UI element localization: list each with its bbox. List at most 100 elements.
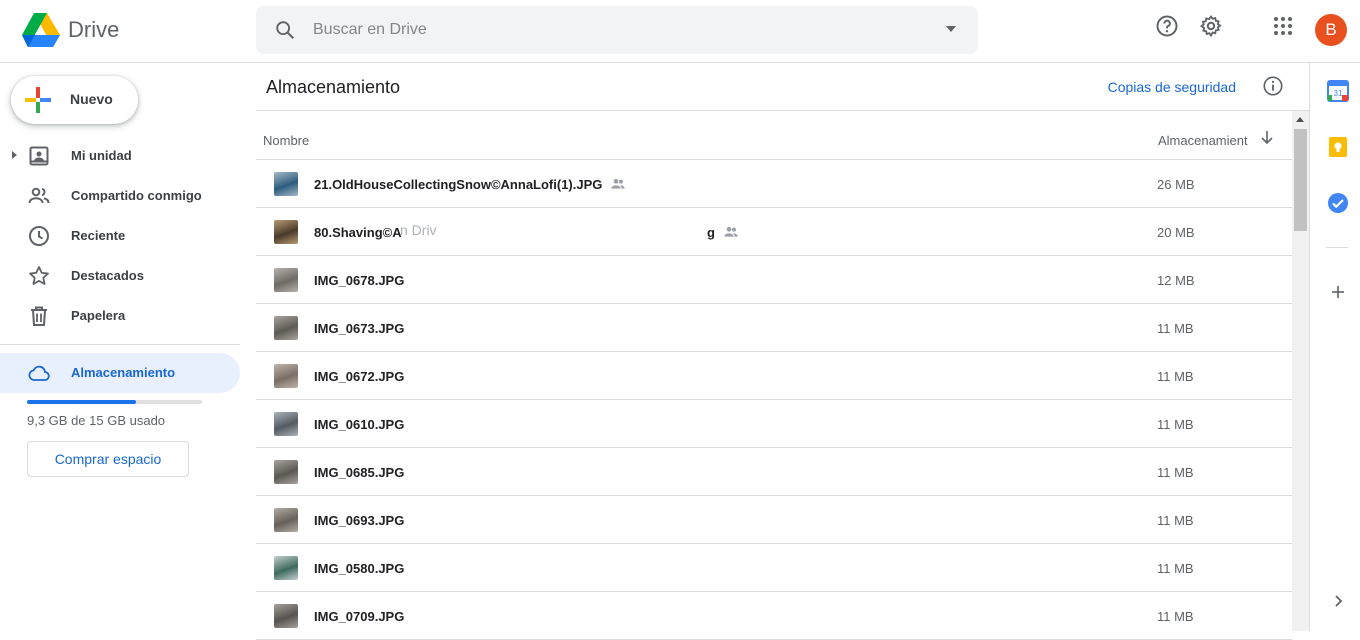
sidebar-item-label: Mi unidad [71,148,132,163]
storage-quota-fill [27,400,136,404]
file-size: 11 MB [1157,369,1194,384]
file-row[interactable]: IMG_0610.JPG 11 MB [256,400,1292,448]
file-name: IMG_0693.JPG [314,513,405,528]
search-input[interactable] [313,18,913,42]
file-name: IMG_0672.JPG [314,369,405,384]
rail-divider [1326,247,1348,248]
top-bar: Drive B [0,0,1360,63]
new-button[interactable]: Nuevo [11,76,138,124]
page-title: Almacenamiento [266,77,401,97]
sort-descending-icon[interactable] [1259,129,1275,145]
file-name: IMG_0685.JPG [314,465,405,480]
people-icon [28,187,50,204]
image-thumbnail [274,172,298,196]
buy-storage-button[interactable]: Comprar espacio [27,441,189,477]
sidebar-item-shared[interactable]: Compartido conmigo [0,176,240,216]
sidebar-item-label: Almacenamiento [71,365,176,380]
settings-gear-icon[interactable] [1199,14,1223,38]
file-name: 21.OldHouseCollectingSnow©AnnaLofi(1).JP… [314,177,603,192]
image-thumbnail [274,364,298,388]
clock-icon [29,226,49,246]
file-row[interactable]: IMG_0693.JPG 11 MB [256,496,1292,544]
file-name: IMG_0610.JPG [314,417,405,432]
scrollbar-thumb[interactable] [1294,129,1307,231]
shared-people-icon [724,227,738,237]
cloud-icon [28,365,50,381]
sidebar: Nuevo Mi unidad Compartido conmigo Recie… [0,63,256,631]
file-name: IMG_0580.JPG [314,561,405,576]
trash-icon [31,306,47,326]
file-row[interactable]: IMG_0709.JPG 11 MB [256,592,1292,640]
file-size: 11 MB [1157,465,1194,480]
storage-quota-text: 9,3 GB de 15 GB usado [27,413,166,428]
drag-ghost-text: n Driv [400,222,437,238]
file-size: 11 MB [1157,513,1194,528]
file-size: 12 MB [1157,273,1195,288]
backups-link[interactable]: Copias de seguridad [1108,79,1236,95]
file-name: IMG_0678.JPG [314,273,405,288]
sidebar-item-my-drive[interactable]: Mi unidad [0,136,240,176]
file-size: 11 MB [1157,417,1194,432]
image-thumbnail [274,268,298,292]
file-size: 20 MB [1157,225,1195,240]
search-bar[interactable] [256,6,978,54]
file-row[interactable]: IMG_0678.JPG 12 MB [256,256,1292,304]
sidebar-item-starred[interactable]: Destacados [0,256,240,296]
image-thumbnail [274,556,298,580]
tasks-icon[interactable] [1327,192,1349,214]
sidebar-item-label: Reciente [71,228,126,243]
file-size: 26 MB [1157,177,1195,192]
column-header-storage[interactable]: Almacenamient [1158,133,1248,148]
file-size: 11 MB [1157,609,1194,624]
image-thumbnail [274,460,298,484]
chevron-right-icon[interactable] [1327,590,1349,612]
file-name: IMG_0709.JPG [314,609,405,624]
sidebar-item-label: Papelera [71,308,126,323]
file-row[interactable]: IMG_0580.JPG 11 MB [256,544,1292,592]
storage-quota-bar [27,400,202,404]
my-drive-icon [29,146,49,166]
keep-icon[interactable] [1327,136,1349,158]
side-panel-rail: 31 [1309,63,1360,631]
sidebar-divider [0,344,240,345]
new-button-label: Nuevo [70,91,113,107]
sidebar-item-storage[interactable]: Almacenamiento [0,353,240,393]
info-icon[interactable] [1262,75,1284,97]
drive-logo[interactable]: Drive [22,13,119,47]
file-row[interactable]: IMG_0673.JPG 11 MB [256,304,1292,352]
app-name: Drive [68,17,120,42]
sidebar-item-trash[interactable]: Papelera [0,296,240,336]
sidebar-item-label: Compartido conmigo [71,188,202,203]
scrollbar[interactable] [1292,111,1309,631]
column-header-name[interactable]: Nombre [263,133,309,148]
file-row[interactable]: IMG_0685.JPG 11 MB [256,448,1292,496]
svg-text:31: 31 [1334,89,1343,98]
image-thumbnail [274,316,298,340]
file-name: 80.Shaving©A [314,225,402,240]
main-content: Almacenamiento Copias de seguridad Nombr… [256,63,1309,640]
help-icon[interactable] [1155,14,1179,38]
drive-logo-icon [22,13,60,47]
expand-arrow-icon[interactable] [12,151,17,159]
shared-people-icon [611,179,625,189]
file-size: 11 MB [1157,321,1194,336]
scroll-up-icon[interactable] [1296,117,1304,122]
add-addon-icon[interactable] [1327,281,1349,303]
file-row[interactable]: 21.OldHouseCollectingSnow©AnnaLofi(1).JP… [256,160,1292,208]
image-thumbnail [274,220,298,244]
file-name-tail: g [707,225,715,240]
image-thumbnail [274,412,298,436]
file-size: 11 MB [1157,561,1194,576]
search-icon[interactable] [274,19,296,41]
file-name: IMG_0673.JPG [314,321,405,336]
account-avatar[interactable]: B [1315,14,1347,46]
apps-grid-icon[interactable] [1271,14,1295,38]
search-options-icon[interactable] [946,26,956,32]
column-header-row: Nombre Almacenamient [256,111,1292,160]
file-row[interactable]: IMG_0672.JPG 11 MB [256,352,1292,400]
calendar-icon[interactable]: 31 [1327,80,1349,102]
star-icon [29,266,49,285]
plus-icon [25,87,51,113]
sidebar-item-label: Destacados [71,268,144,283]
sidebar-item-recent[interactable]: Reciente [0,216,240,256]
